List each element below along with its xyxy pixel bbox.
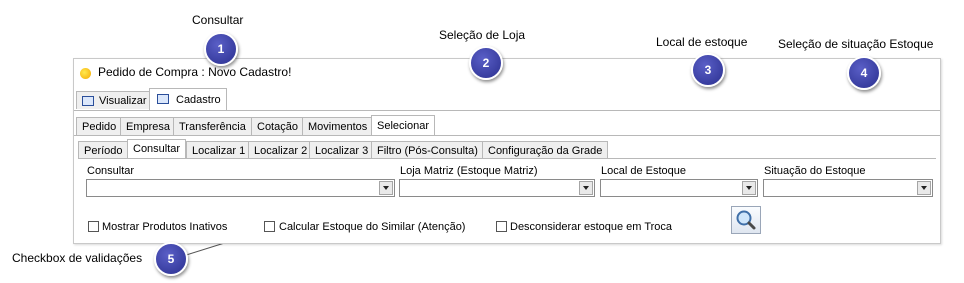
callout-badge-4: 4 (847, 56, 881, 90)
desconsiderar-troca-checkbox[interactable] (496, 221, 507, 232)
callout-label-loja: Seleção de Loja (439, 28, 526, 42)
tab-selecionar[interactable]: Selecionar (371, 115, 435, 136)
tab-label: Visualizar (99, 95, 147, 107)
situacao-estoque-select[interactable] (763, 179, 933, 197)
magnifier-icon (736, 210, 756, 230)
tab-label: Cadastro (176, 94, 221, 106)
window-icon (82, 96, 94, 106)
chevron-down-icon[interactable] (379, 181, 393, 195)
chevron-down-icon[interactable] (579, 181, 593, 195)
loja-select[interactable] (399, 179, 595, 197)
status-dot-icon (80, 68, 91, 79)
local-estoque-label: Local de Estoque (601, 165, 687, 177)
tab-localizar-1[interactable]: Localizar 1 (186, 141, 252, 159)
mostrar-inativos-checkbox[interactable] (88, 221, 99, 232)
callout-label-consultar: Consultar (192, 13, 244, 27)
tab-configuracao-grade[interactable]: Configuração da Grade (482, 141, 609, 159)
consultar-select[interactable] (86, 179, 395, 197)
tab-localizar-3[interactable]: Localizar 3 (309, 141, 375, 159)
chevron-down-icon[interactable] (742, 181, 756, 195)
search-button[interactable] (731, 206, 761, 234)
mostrar-inativos-label: Mostrar Produtos Inativos (102, 221, 228, 233)
consultar-label: Consultar (87, 165, 135, 177)
divider (78, 158, 936, 159)
calcular-similar-checkbox[interactable] (264, 221, 275, 232)
situacao-estoque-label: Situação do Estoque (764, 165, 866, 177)
callout-label-situacao: Seleção de situação Estoque (778, 37, 934, 51)
tab-filtro[interactable]: Filtro (Pós-Consulta) (371, 141, 484, 159)
desconsiderar-troca-label: Desconsiderar estoque em Troca (510, 221, 673, 233)
calcular-similar-label: Calcular Estoque do Similar (Atenção) (279, 221, 466, 233)
callout-label-checkbox: Checkbox de validações (12, 251, 143, 265)
tab-transferencia[interactable]: Transferência (173, 117, 252, 135)
local-estoque-select[interactable] (600, 179, 758, 197)
divider (74, 110, 940, 111)
tab-localizar-2[interactable]: Localizar 2 (248, 141, 314, 159)
tab-visualizar[interactable]: Visualizar (76, 91, 153, 109)
callout-label-local: Local de estoque (656, 35, 748, 49)
tab-periodo[interactable]: Período (78, 141, 129, 159)
loja-label: Loja Matriz (Estoque Matriz) (400, 165, 538, 177)
callout-badge-5: 5 (154, 242, 188, 276)
window-title: Pedido de Compra : Novo Cadastro! (98, 65, 292, 79)
tab-consultar[interactable]: Consultar (127, 139, 187, 159)
divider (74, 135, 940, 136)
callout-badge-1: 1 (204, 32, 238, 66)
callout-badge-2: 2 (469, 46, 503, 80)
callout-badge-3: 3 (691, 53, 725, 87)
tab-cotacao[interactable]: Cotação (251, 117, 304, 135)
tab-empresa[interactable]: Empresa (120, 117, 177, 135)
tab-movimentos[interactable]: Movimentos (302, 117, 374, 135)
chevron-down-icon[interactable] (917, 181, 931, 195)
tab-cadastro[interactable]: Cadastro (149, 88, 227, 111)
window-icon (157, 94, 169, 104)
tab-pedido[interactable]: Pedido (76, 117, 123, 135)
app-window: Pedido de Compra : Novo Cadastro! Visual… (73, 58, 941, 244)
